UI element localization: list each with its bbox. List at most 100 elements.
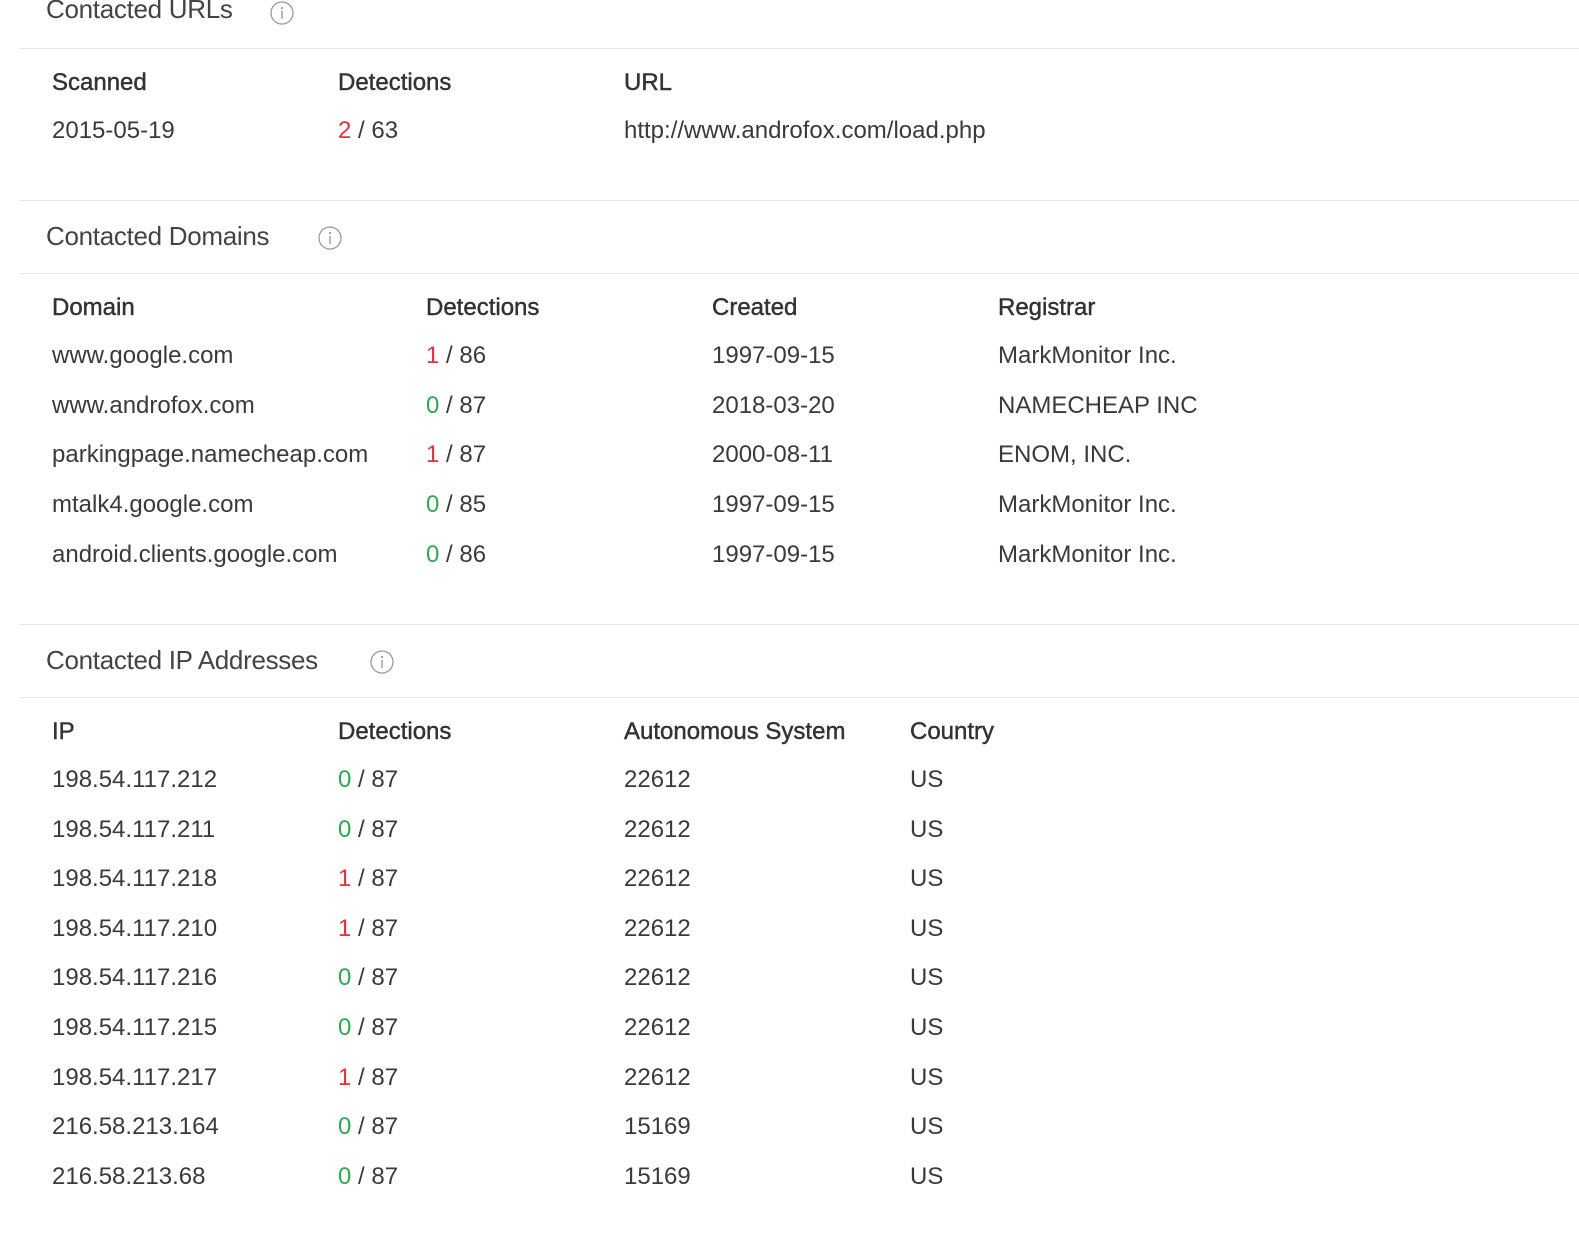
url-link[interactable]: http://www.androfox.com/load.php <box>624 117 986 145</box>
ip-link[interactable]: 216.58.213.164 <box>52 1113 219 1141</box>
column-header-registrar: Registrar <box>998 294 1096 321</box>
detections-positive: 1 <box>338 865 352 893</box>
detections-positive: 1 <box>338 1063 352 1091</box>
detections-total: 87 <box>371 1162 399 1190</box>
section-divider <box>20 48 1579 49</box>
info-icon[interactable] <box>269 0 295 26</box>
created-date: 1997-09-15 <box>712 540 835 568</box>
ip-link[interactable]: 198.54.117.217 <box>52 1064 217 1092</box>
column-header-created: Created <box>712 294 798 321</box>
country: US <box>910 815 944 843</box>
created-date: 2000-08-11 <box>712 441 833 469</box>
detections-positive: 0 <box>338 815 352 843</box>
ip-link[interactable]: 198.54.117.218 <box>52 865 217 893</box>
detections-positive: 0 <box>426 540 440 568</box>
column-header-detections: Detections <box>338 69 452 96</box>
detections: 0 / 87 <box>338 964 399 992</box>
country: US <box>910 914 944 942</box>
autonomous-system: 22612 <box>624 914 691 942</box>
column-header-detections: Detections <box>426 294 540 321</box>
ip-link[interactable]: 198.54.117.211 <box>52 816 215 844</box>
detections: 0 / 85 <box>426 491 487 519</box>
detections: 1 / 86 <box>426 342 487 369</box>
detections-positive: 1 <box>338 914 352 942</box>
detections-total: 63 <box>371 117 399 144</box>
autonomous-system: 22612 <box>624 1014 691 1041</box>
column-header-country: Country <box>910 718 995 745</box>
country: US <box>910 964 944 992</box>
detections-positive: 0 <box>426 391 440 419</box>
detections: 0 / 87 <box>426 391 487 419</box>
domain-link[interactable]: parkingpage.namecheap.com <box>52 441 368 469</box>
section-divider <box>20 697 1579 698</box>
detections-total: 85 <box>459 491 487 519</box>
ip-link[interactable]: 198.54.117.212 <box>52 766 217 794</box>
detections: 0 / 87 <box>338 815 399 843</box>
detections-positive: 2 <box>338 117 352 144</box>
detections-total: 87 <box>371 815 399 843</box>
detections: 0 / 87 <box>338 1162 399 1190</box>
created-date: 2018-03-20 <box>712 391 835 419</box>
column-header-domain: Domain <box>52 294 135 321</box>
detections: 1 / 87 <box>338 914 399 942</box>
detections-total: 86 <box>459 540 487 568</box>
detections: 0 / 87 <box>338 1014 399 1041</box>
domain-link[interactable]: www.androfox.com <box>52 392 255 420</box>
ip-link[interactable]: 198.54.117.216 <box>52 964 217 992</box>
detections: 0 / 87 <box>338 1113 399 1141</box>
info-icon[interactable] <box>369 649 395 675</box>
country: US <box>910 1162 944 1190</box>
detections-positive: 0 <box>426 491 440 519</box>
detections-positive: 0 <box>338 964 352 992</box>
registrar: MarkMonitor Inc. <box>998 540 1177 568</box>
column-header-ip: IP <box>52 718 75 745</box>
created-date: 1997-09-15 <box>712 342 835 369</box>
info-icon[interactable] <box>317 225 343 251</box>
detections-total: 87 <box>371 865 399 893</box>
country: US <box>910 1113 944 1141</box>
detections: 0 / 86 <box>426 540 487 568</box>
country: US <box>910 865 944 893</box>
autonomous-system: 22612 <box>624 815 691 843</box>
section-divider <box>20 624 1579 625</box>
section-title: Contacted Domains <box>46 221 270 251</box>
detections-total: 87 <box>371 1063 399 1091</box>
created-date: 1997-09-15 <box>712 491 835 519</box>
registrar: ENOM, INC. <box>998 441 1132 469</box>
domain-link[interactable]: mtalk4.google.com <box>52 491 253 519</box>
column-header-autonomous-system: Autonomous System <box>624 718 846 745</box>
autonomous-system: 22612 <box>624 964 691 992</box>
country: US <box>910 766 944 793</box>
detections: 0 / 87 <box>338 766 399 793</box>
domain-link[interactable]: android.clients.google.com <box>52 541 338 569</box>
ip-link[interactable]: 198.54.117.210 <box>52 915 217 943</box>
detections-total: 87 <box>371 1014 399 1041</box>
domain-link[interactable]: www.google.com <box>52 342 233 370</box>
detections: 2 / 63 <box>338 117 399 144</box>
autonomous-system: 22612 <box>624 865 691 893</box>
detections-total: 87 <box>371 914 399 942</box>
detections: 1 / 87 <box>426 441 487 469</box>
detections-total: 87 <box>459 441 487 469</box>
column-header-scanned: Scanned <box>52 69 147 96</box>
section-divider <box>20 273 1579 274</box>
ip-link[interactable]: 216.58.213.68 <box>52 1163 205 1191</box>
autonomous-system: 22612 <box>624 766 691 793</box>
detections-total: 86 <box>459 342 487 369</box>
detections-positive: 0 <box>338 1162 352 1190</box>
country: US <box>910 1014 944 1041</box>
section-divider <box>20 200 1579 201</box>
scanned-date: 2015-05-19 <box>52 117 175 144</box>
column-header-detections: Detections <box>338 718 452 745</box>
detections-total: 87 <box>371 766 399 793</box>
registrar: MarkMonitor Inc. <box>998 342 1177 369</box>
registrar: MarkMonitor Inc. <box>998 491 1177 519</box>
autonomous-system: 15169 <box>624 1162 691 1190</box>
detections-total: 87 <box>371 1113 399 1141</box>
registrar: NAMECHEAP INC <box>998 391 1198 419</box>
ip-link[interactable]: 198.54.117.215 <box>52 1014 217 1042</box>
autonomous-system: 15169 <box>624 1113 691 1141</box>
autonomous-system: 22612 <box>624 1063 691 1091</box>
detections-positive: 0 <box>338 1113 352 1141</box>
detections-total: 87 <box>371 964 399 992</box>
